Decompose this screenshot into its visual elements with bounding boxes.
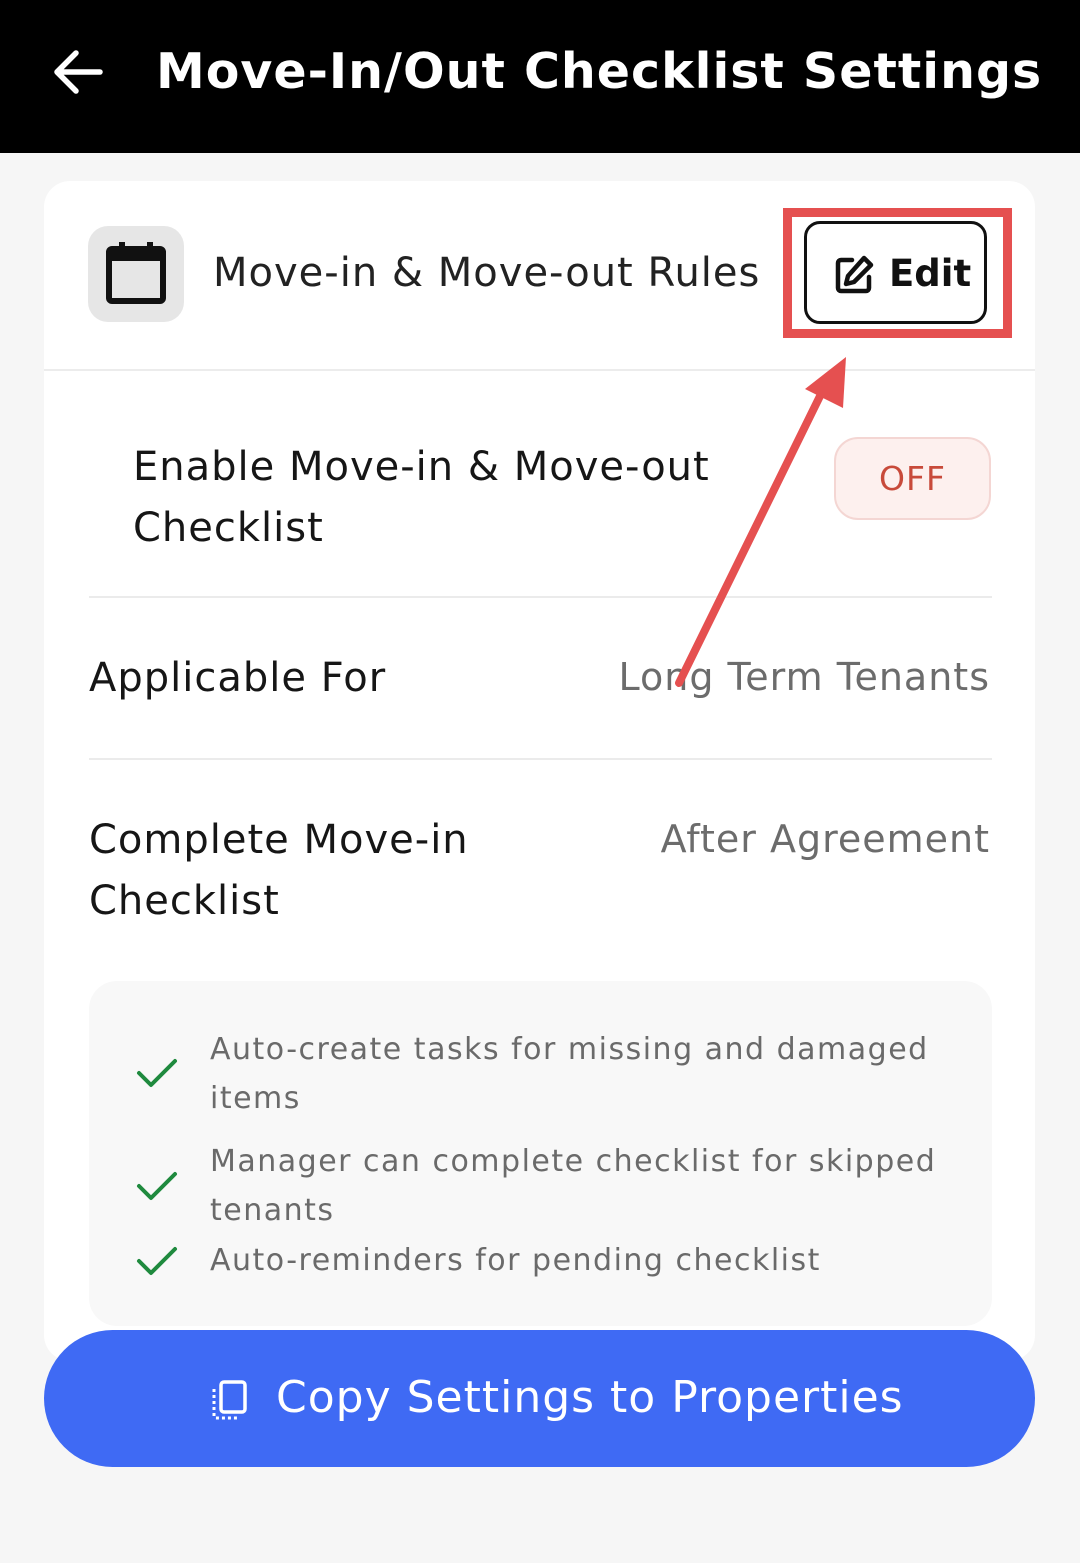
top-app-bar: Move-In/Out Checklist Settings [0,0,1080,153]
check-icon [137,1247,177,1275]
check-icon [137,1059,177,1087]
rules-card: Move-in & Move-out Rules Edit Enable Mov… [44,181,1035,1361]
feature-item: Manager can complete checklist for skipp… [210,1144,937,1228]
feature-item: Auto-reminders for pending checklist [210,1243,821,1278]
feature-item: Auto-create tasks for missing and damage… [210,1032,929,1116]
card-title: Move-in & Move-out Rules [213,250,761,296]
features-list: Auto-create tasks for missing and damage… [89,981,992,1326]
applicable-for-value[interactable]: Long Term Tenants [618,647,990,707]
toggle-state-label: OFF [879,459,946,498]
complete-checklist-label: Complete Move-in Checklist [89,817,469,924]
enable-checklist-toggle[interactable]: OFF [834,437,991,520]
enable-checklist-label: Enable Move-in & Move-out Checklist [133,444,710,551]
divider [89,758,992,760]
calendar-tile [88,226,184,322]
applicable-for-label: Applicable For [89,655,387,701]
back-button[interactable] [46,40,110,104]
arrow-left-icon [54,50,103,94]
page-title: Move-In/Out Checklist Settings [156,43,1043,100]
copy-settings-label: Copy Settings to Properties [276,1372,904,1423]
copy-settings-button[interactable]: Copy Settings to Properties [44,1330,1035,1467]
divider [89,596,992,598]
complete-checklist-value[interactable]: After Agreement [661,809,990,869]
calendar-icon [106,242,166,304]
copy-icon [212,1380,247,1420]
annotation-highlight-box [783,208,1012,338]
check-icon [137,1172,177,1200]
